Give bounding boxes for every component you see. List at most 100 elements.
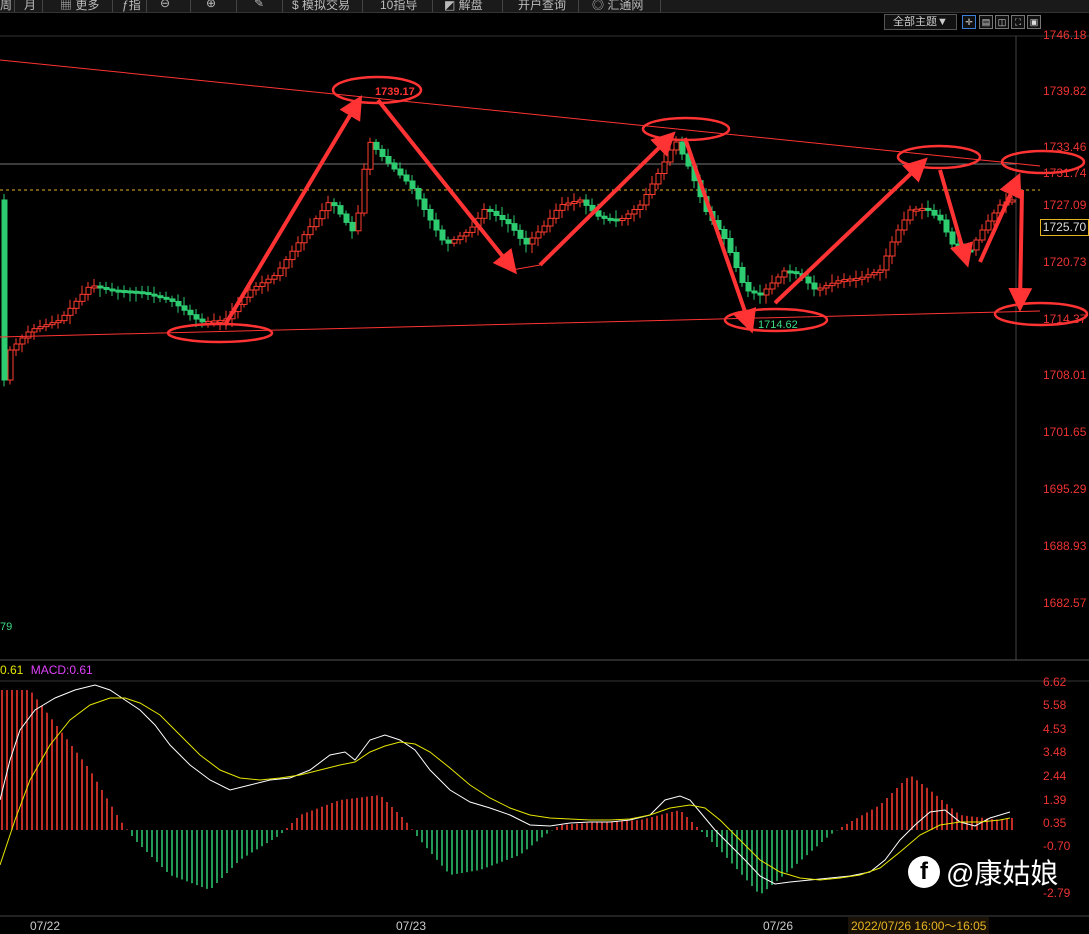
- candle-body: [457, 235, 464, 241]
- candle-body: [823, 285, 830, 289]
- topic-dropdown[interactable]: 全部主题▼: [884, 14, 957, 30]
- candle-body: [163, 296, 170, 300]
- candle-body: [289, 250, 296, 261]
- annotation-ellipses: [166, 75, 1089, 344]
- candle-body: [103, 287, 110, 290]
- candle-body: [211, 320, 218, 324]
- candle-body: [337, 205, 344, 215]
- date-label: 07/26: [763, 919, 794, 933]
- candle-body: [397, 168, 404, 176]
- candle-body: [283, 259, 290, 269]
- candle-body: [463, 231, 470, 237]
- candle-body: [313, 218, 320, 228]
- macd-axis-label: 4.53: [1043, 722, 1067, 736]
- candle-body: [859, 276, 866, 280]
- candle-body: [511, 223, 518, 231]
- candle-body: [967, 249, 974, 253]
- candle-body: [277, 267, 284, 277]
- peak-ellipse: [641, 116, 731, 142]
- split-view-icon[interactable]: ◫: [995, 15, 1009, 29]
- candle-body: [811, 282, 818, 290]
- candle-body: [625, 213, 632, 219]
- candle-body: [427, 209, 434, 221]
- time-range-label: 2022/07/26 16:00～16:05: [848, 917, 990, 934]
- candle-body: [193, 314, 200, 320]
- close-panel-icon[interactable]: ▣: [1027, 15, 1041, 29]
- layout-icon[interactable]: ▤: [979, 15, 993, 29]
- candle-body: [403, 174, 410, 182]
- macd-axis-label: 1.39: [1043, 793, 1067, 807]
- candle-body: [169, 298, 176, 302]
- candle-body: [187, 309, 194, 316]
- candle-body: [547, 217, 554, 227]
- candle-body: [787, 270, 794, 274]
- candle-body: [445, 239, 452, 244]
- candle-body: [43, 324, 50, 328]
- candle-body: [181, 305, 188, 311]
- candle-body: [421, 198, 428, 210]
- candle-body: [847, 278, 854, 282]
- candle-body: [67, 307, 74, 316]
- candle-body: [655, 173, 662, 185]
- price-label: 1731.74: [1043, 166, 1087, 180]
- candle-body: [25, 331, 32, 339]
- price-label: 1746.18: [1043, 28, 1087, 42]
- candle-body: [139, 291, 146, 295]
- crosshair-icon[interactable]: ✛: [962, 15, 976, 29]
- candle-body: [865, 274, 872, 278]
- candle-body: [871, 271, 878, 276]
- candle-body: [523, 237, 530, 245]
- candle-body: [379, 148, 386, 157]
- candle-body: [727, 238, 734, 253]
- candle-body: [889, 241, 896, 257]
- candle-body: [631, 209, 638, 215]
- candle-body: [559, 204, 566, 211]
- watermark-text: @康姑娘: [946, 858, 1059, 889]
- candle-body: [985, 220, 992, 231]
- candle-body: [679, 141, 686, 155]
- arrow-up-2: [538, 131, 676, 267]
- candle-body: [61, 314, 68, 322]
- candle-body: [91, 285, 98, 289]
- candle-body: [553, 209, 560, 219]
- swing-ellipse: [896, 144, 982, 170]
- macd-axis-label: 3.48: [1043, 745, 1067, 759]
- candle-body: [343, 213, 350, 223]
- candle-body: [835, 280, 842, 284]
- candle-body: [133, 290, 140, 294]
- candle-body: [853, 277, 860, 281]
- candle-body: [307, 226, 314, 236]
- candle-body: [817, 287, 824, 291]
- candle-body: [571, 201, 578, 204]
- candle-body: [361, 168, 368, 214]
- candle-body: [259, 282, 266, 287]
- candle-body: [613, 218, 620, 222]
- macd-value: MACD:0.61: [30, 663, 93, 677]
- annotation-arrows: [223, 95, 1033, 334]
- candle-body: [451, 239, 458, 244]
- candle-body: [883, 255, 890, 271]
- macd-diff-value: 0.61: [0, 663, 24, 677]
- macd-header: 0.61 MACD:0.61: [0, 663, 93, 677]
- macd-axis-label: -0.70: [1043, 839, 1071, 853]
- candle-body: [577, 199, 584, 203]
- candle-body: [469, 226, 476, 233]
- candle-body: [829, 282, 836, 287]
- candle-body: [775, 276, 782, 284]
- candle-body: [49, 322, 56, 326]
- candle-body: [247, 289, 254, 298]
- macd-histogram: [1, 690, 1013, 894]
- fullscreen-icon[interactable]: ⛶: [1011, 15, 1025, 29]
- candle-body: [565, 202, 572, 206]
- candle-body: [901, 219, 908, 231]
- candle-body: [499, 214, 506, 221]
- candle-body: [505, 219, 512, 225]
- left-value-label: 79: [0, 621, 13, 633]
- candle-body: [739, 267, 746, 283]
- candle-body: [607, 217, 614, 221]
- candle-body: [1009, 199, 1016, 203]
- price-label: 1714.37: [1043, 312, 1087, 326]
- candle-body: [145, 292, 152, 296]
- candle-body: [175, 300, 182, 307]
- price-label: 1708.01: [1043, 368, 1087, 382]
